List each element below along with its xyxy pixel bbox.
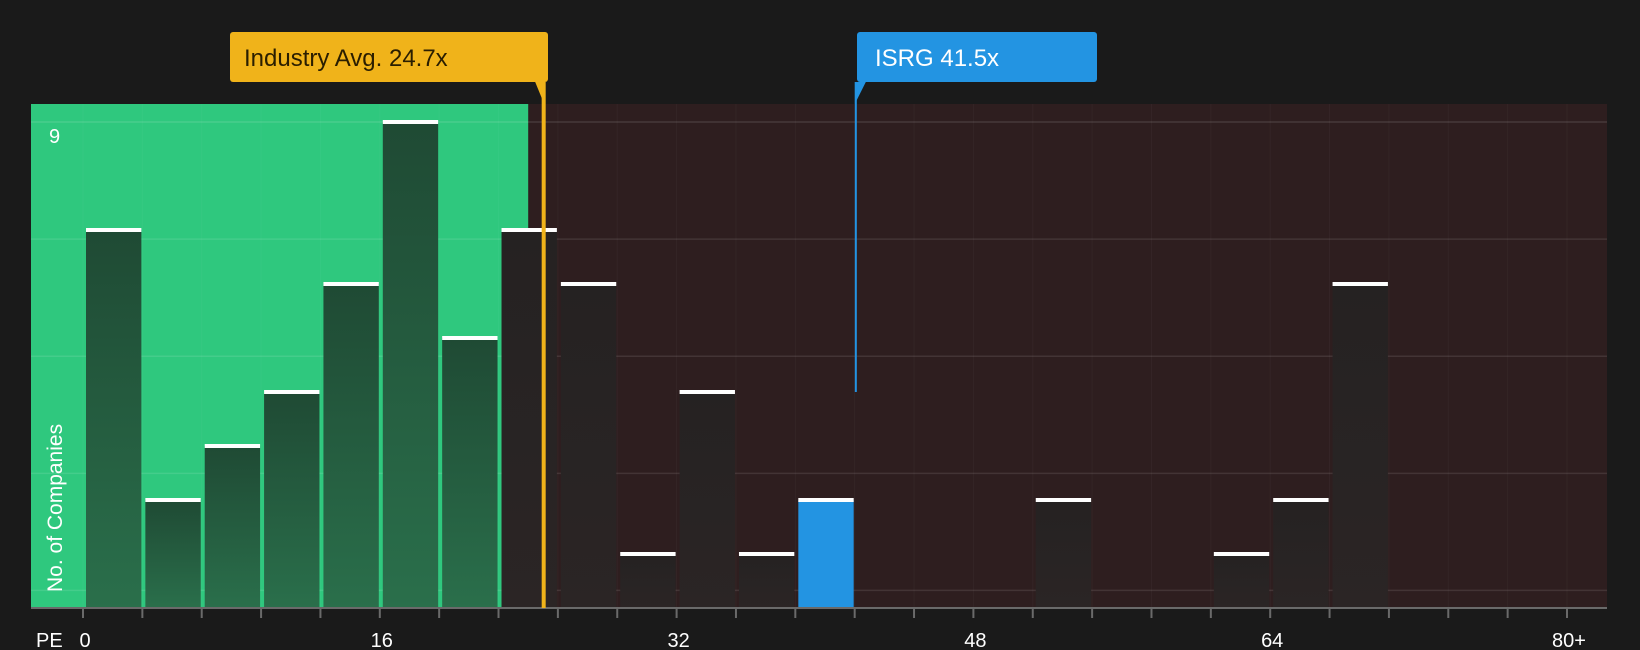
company-marker-line bbox=[854, 82, 857, 392]
y-tick-label: 9 bbox=[49, 126, 60, 148]
histogram-bar bbox=[620, 554, 676, 608]
x-tick-label: 16 bbox=[371, 630, 393, 650]
histogram-bar bbox=[204, 446, 261, 608]
histogram-bar bbox=[382, 122, 439, 608]
bar-cap bbox=[86, 228, 142, 232]
histogram-bar bbox=[738, 554, 795, 608]
x-tick-label: 0 bbox=[79, 630, 90, 650]
bar-cap bbox=[679, 390, 735, 394]
x-tick-label: 32 bbox=[667, 630, 689, 650]
bar-cap bbox=[382, 120, 439, 124]
x-axis-title: PE bbox=[36, 630, 63, 650]
histogram-bar bbox=[501, 230, 557, 608]
x-axis: 0 16 32 48 64 80+ bbox=[31, 607, 1607, 650]
histogram-bar bbox=[442, 338, 498, 608]
histogram-bar bbox=[86, 230, 142, 608]
bar-cap bbox=[323, 282, 379, 286]
bar-cap bbox=[204, 444, 261, 448]
bar-cap bbox=[798, 498, 854, 502]
bar-cap bbox=[738, 552, 795, 556]
pe-distribution-chart: 0 16 32 48 64 80+ 9 No. of Companies PE Indus… bbox=[31, 32, 1607, 650]
x-tick-label: 80+ bbox=[1552, 630, 1586, 650]
histogram-bar bbox=[1332, 284, 1388, 608]
histogram-bar bbox=[1035, 500, 1092, 608]
industry-marker-line bbox=[541, 82, 546, 608]
company-callout-label: ISRG 41.5x bbox=[875, 45, 999, 72]
histogram-bar bbox=[264, 392, 320, 608]
bar-cap bbox=[1273, 498, 1329, 502]
bar-cap bbox=[442, 336, 498, 340]
histogram-bar bbox=[798, 500, 854, 608]
bar-cap bbox=[620, 552, 676, 556]
bar-cap bbox=[264, 390, 320, 394]
industry-callout-label: Industry Avg. 24.7x bbox=[244, 45, 448, 72]
bar-cap bbox=[1332, 282, 1388, 286]
histogram-bar bbox=[1213, 554, 1270, 608]
histogram-bar bbox=[1273, 500, 1329, 608]
histogram-bar bbox=[679, 392, 735, 608]
x-tick-label: 48 bbox=[964, 630, 986, 650]
x-tick-label: 64 bbox=[1261, 630, 1283, 650]
histogram-bar bbox=[560, 284, 617, 608]
bar-cap bbox=[560, 282, 617, 286]
y-axis-title: No. of Companies bbox=[44, 424, 67, 592]
bar-cap bbox=[1213, 552, 1270, 556]
bar-cap bbox=[501, 228, 557, 232]
bar-cap bbox=[145, 498, 201, 502]
histogram-bar bbox=[323, 284, 379, 608]
bar-cap bbox=[1035, 498, 1092, 502]
histogram-bar bbox=[145, 500, 201, 608]
